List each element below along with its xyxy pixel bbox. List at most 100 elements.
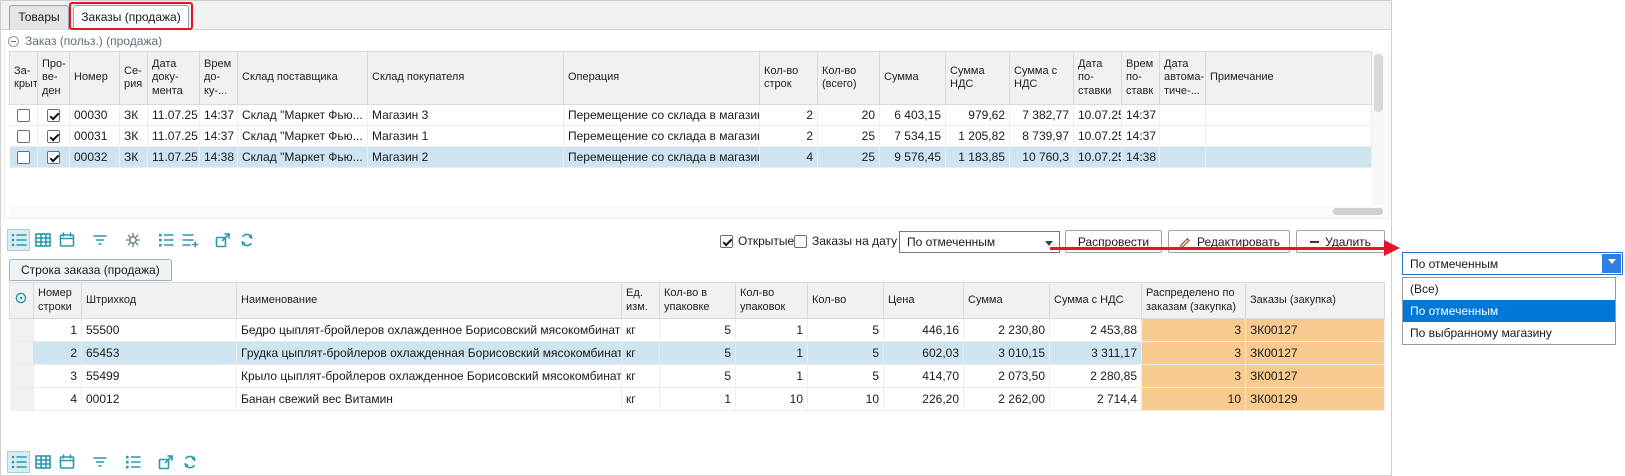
posted-checkbox[interactable] (47, 130, 60, 143)
numbered-list-icon[interactable] (121, 451, 144, 473)
price-cell[interactable]: 602,03 (884, 342, 964, 365)
doc-date-cell[interactable]: 11.07.25 (148, 105, 200, 126)
view-details-icon[interactable] (7, 451, 30, 473)
closed-cell[interactable] (10, 105, 38, 126)
sum-with-vat-cell[interactable]: 7 382,77 (1010, 105, 1074, 126)
qty-per-pack-cell[interactable]: 1 (660, 388, 736, 411)
view-details-icon[interactable] (7, 229, 30, 251)
refresh-icon[interactable] (235, 229, 258, 251)
open-orders-checkbox-group[interactable]: Открытые (720, 234, 794, 248)
row-selector-cell[interactable] (10, 365, 34, 388)
col-header-qty[interactable]: Кол-во (808, 283, 884, 319)
row-selector-cell[interactable] (10, 319, 34, 342)
vat-sum-cell[interactable]: 1 183,85 (946, 147, 1010, 168)
orders-vertical-scrollbar[interactable] (1372, 52, 1385, 205)
auto-date-cell[interactable] (1160, 126, 1206, 147)
sum-cell[interactable]: 2 230,80 (964, 319, 1050, 342)
price-cell[interactable]: 414,70 (884, 365, 964, 388)
buyer-warehouse-cell[interactable]: Магазин 1 (368, 126, 564, 147)
orders-on-date-checkbox-group[interactable]: Заказы на дату (794, 234, 897, 248)
scrollbar-thumb[interactable] (1374, 54, 1383, 112)
order-row[interactable]: 00031 ЗК 11.07.25 14:37 Склад "Маркет Фь… (10, 126, 1372, 147)
sum-cell[interactable]: 2 262,00 (964, 388, 1050, 411)
delivery-time-cell[interactable]: 14:37 (1122, 105, 1160, 126)
filter-icon[interactable] (88, 229, 111, 251)
col-header-purchase-orders[interactable]: Заказы (закупка) (1246, 283, 1385, 319)
sum-cell[interactable]: 6 403,15 (880, 105, 946, 126)
closed-cell[interactable] (10, 126, 38, 147)
buyer-warehouse-cell[interactable]: Магазин 3 (368, 105, 564, 126)
doc-time-cell[interactable]: 14:37 (200, 105, 238, 126)
col-header-sum[interactable]: Сумма (880, 52, 946, 105)
packs-cell[interactable]: 1 (736, 365, 808, 388)
delivery-time-cell[interactable]: 14:37 (1122, 126, 1160, 147)
operation-cell[interactable]: Перемещение со склада в магазин (564, 147, 760, 168)
col-header-line-no[interactable]: Номер строки (34, 283, 82, 319)
purchase-orders-cell[interactable]: ЗК00127 (1246, 319, 1385, 342)
doc-date-cell[interactable]: 11.07.25 (148, 126, 200, 147)
order-row[interactable]: 00032 ЗК 11.07.25 14:38 Склад "Маркет Фь… (10, 147, 1372, 168)
col-header-closed[interactable]: За- крыт (10, 52, 38, 105)
vat-sum-cell[interactable]: 979,62 (946, 105, 1010, 126)
closed-cell[interactable] (10, 147, 38, 168)
unit-cell[interactable]: кг (622, 388, 660, 411)
col-header-doc-date[interactable]: Дата доку- мента (148, 52, 200, 105)
col-header-series[interactable]: Се- рия (120, 52, 148, 105)
list-settings-icon[interactable] (178, 229, 201, 251)
row-selector-cell[interactable] (10, 388, 34, 411)
auto-date-cell[interactable] (1160, 105, 1206, 126)
dropdown-arrow-button[interactable] (1602, 254, 1621, 273)
number-cell[interactable]: 00032 (70, 147, 120, 168)
col-header-delivery-time[interactable]: Врем по- ставк (1122, 52, 1160, 105)
qty-per-pack-cell[interactable]: 5 (660, 319, 736, 342)
view-grid-icon[interactable] (31, 229, 54, 251)
qty-cell[interactable]: 5 (808, 319, 884, 342)
auto-date-cell[interactable] (1160, 147, 1206, 168)
series-cell[interactable]: ЗК (120, 147, 148, 168)
packs-cell[interactable]: 10 (736, 388, 808, 411)
dropdown-option-by-store[interactable]: По выбранному магазину (1403, 322, 1615, 344)
tab-products[interactable]: Товары (9, 5, 69, 30)
closed-checkbox[interactable] (17, 130, 30, 143)
vat-sum-cell[interactable]: 1 205,82 (946, 126, 1010, 147)
col-header-posted[interactable]: Про- ве- ден (38, 52, 70, 105)
col-header-distributed[interactable]: Распределено по заказам (закупка) (1142, 283, 1246, 319)
posted-checkbox[interactable] (47, 109, 60, 122)
col-header-qty-per-pack[interactable]: Кол-во в упаковке (660, 283, 736, 319)
sum-with-vat-cell[interactable]: 2 714,4 (1050, 388, 1142, 411)
packs-cell[interactable]: 1 (736, 319, 808, 342)
dropdown-option-all[interactable]: (Все) (1403, 278, 1615, 300)
note-cell[interactable] (1206, 147, 1372, 168)
line-no-cell[interactable]: 2 (34, 342, 82, 365)
col-header-unit[interactable]: Ед. изм. (622, 283, 660, 319)
filter-icon[interactable] (88, 451, 111, 473)
note-cell[interactable] (1206, 126, 1372, 147)
collapse-icon[interactable] (8, 36, 19, 47)
note-cell[interactable] (1206, 105, 1372, 126)
sum-cell[interactable]: 7 534,15 (880, 126, 946, 147)
qty-total-cell[interactable]: 25 (818, 147, 880, 168)
tab-order-lines[interactable]: Строка заказа (продажа) (9, 259, 172, 281)
series-cell[interactable]: ЗК (120, 105, 148, 126)
sum-with-vat-cell[interactable]: 3 311,17 (1050, 342, 1142, 365)
posted-cell[interactable] (38, 126, 70, 147)
closed-checkbox[interactable] (17, 151, 30, 164)
rows-count-cell[interactable]: 4 (760, 147, 818, 168)
mode-dropdown-combo[interactable]: По отмеченным (1402, 252, 1623, 275)
mode-select[interactable]: По отмеченным (899, 231, 1060, 253)
col-header-rows-count[interactable]: Кол-во строк (760, 52, 818, 105)
unit-cell[interactable]: кг (622, 342, 660, 365)
col-header-note[interactable]: Примечание (1206, 52, 1372, 105)
name-cell[interactable]: Бедро цыплят-бройлеров охлажденное Борис… (237, 319, 622, 342)
delivery-date-cell[interactable]: 10.07.25 (1074, 105, 1122, 126)
distributed-cell[interactable]: 10 (1142, 388, 1246, 411)
sum-with-vat-cell[interactable]: 2 453,88 (1050, 319, 1142, 342)
barcode-cell[interactable]: 55500 (82, 319, 237, 342)
sum-cell[interactable]: 3 010,15 (964, 342, 1050, 365)
name-cell[interactable]: Крыло цыплят-бройлеров охлажденное Борис… (237, 365, 622, 388)
qty-total-cell[interactable]: 20 (818, 105, 880, 126)
col-header-supplier-warehouse[interactable]: Склад поставщика (238, 52, 368, 105)
sum-cell[interactable]: 9 576,45 (880, 147, 946, 168)
line-row[interactable]: 4 00012 Банан свежий вес Витамин кг 1 10… (10, 388, 1385, 411)
operation-cell[interactable]: Перемещение со склада в магазин (564, 126, 760, 147)
